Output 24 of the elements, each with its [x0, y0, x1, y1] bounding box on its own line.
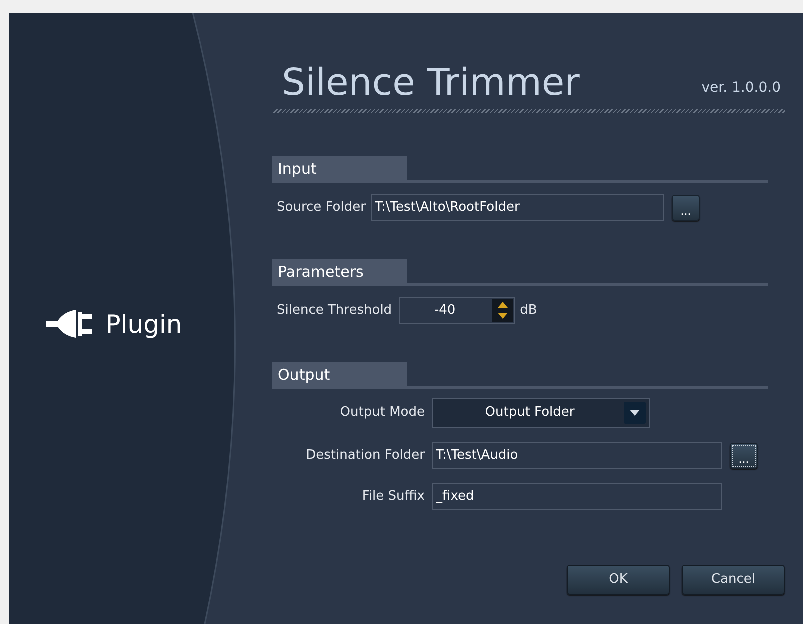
field-label: Destination Folder — [305, 446, 425, 465]
app-title: Silence Trimmer — [282, 64, 580, 101]
ok-button[interactable]: OK — [567, 565, 670, 595]
cancel-button[interactable]: Cancel — [682, 565, 785, 595]
version-label: ver. 1.0.0.0 — [702, 79, 781, 98]
section-header: Parameters — [272, 259, 407, 283]
input-field[interactable]: T:\Test\Alto\RootFolder — [370, 194, 664, 221]
caret-icon[interactable] — [630, 410, 640, 416]
field-label: File Suffix — [361, 488, 425, 506]
input-field[interactable]: _fixed — [432, 483, 722, 510]
field-label: Source Folder — [277, 198, 366, 217]
number-field[interactable]: -40 — [399, 297, 516, 324]
browse-button[interactable]: ... — [730, 442, 758, 468]
section-header: Input — [272, 156, 407, 180]
field-label: Silence Threshold — [277, 302, 392, 320]
up-arrow-icon[interactable] — [498, 302, 508, 308]
browse-button[interactable]: ... — [672, 194, 700, 220]
plugin-brand: Plugin — [106, 312, 182, 336]
unit-label: dB — [520, 302, 538, 320]
input-field[interactable]: T:\Test\Audio — [432, 442, 722, 469]
down-arrow-icon[interactable] — [498, 313, 508, 320]
section-header: Output — [272, 362, 407, 386]
dropdown[interactable]: Output Folder — [432, 398, 650, 428]
field-label: Output Mode — [339, 404, 425, 422]
